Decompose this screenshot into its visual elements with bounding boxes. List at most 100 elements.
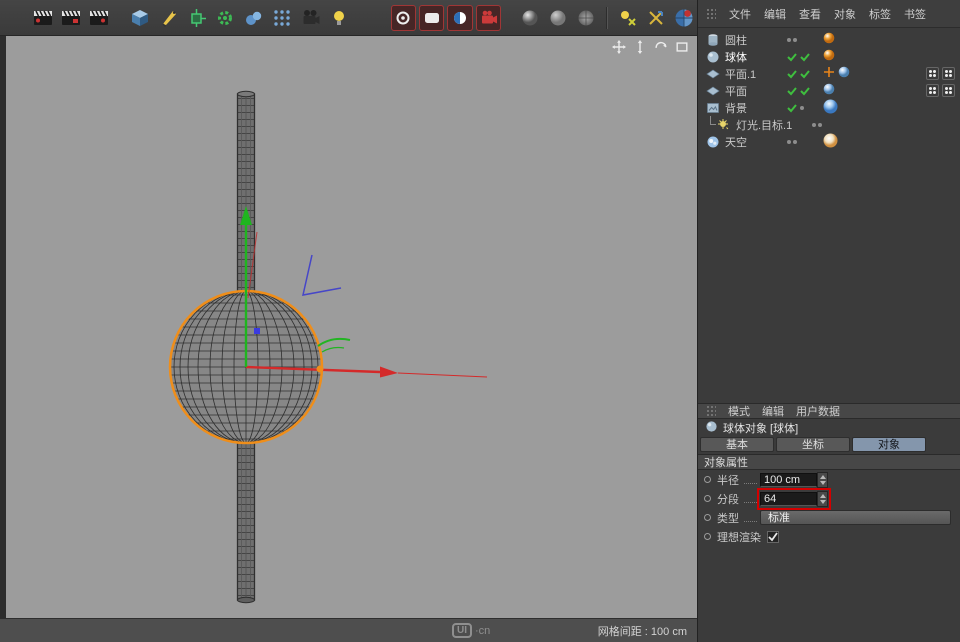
material-tag-icon[interactable]	[823, 32, 835, 47]
render-region-icon[interactable]	[419, 5, 444, 31]
visibility-checks[interactable]	[787, 86, 817, 96]
object-row-sphere[interactable]: 球体	[698, 48, 960, 65]
object-title-text: 球体对象 [球体]	[723, 420, 798, 436]
object-label[interactable]: 球体	[725, 49, 787, 65]
status-bar: UI ·cn 网格间距 : 100 cm	[0, 618, 697, 642]
object-label[interactable]: 平面.1	[725, 66, 787, 82]
navigation-ball-icon[interactable]	[672, 5, 697, 31]
attribute-tabs: 基本 坐标 对象	[698, 437, 960, 454]
material-tag-icon[interactable]	[823, 49, 835, 64]
pan-icon[interactable]	[612, 40, 626, 54]
object-label[interactable]: 灯光.目标.1	[736, 117, 812, 133]
shading-sphere-icon-2[interactable]	[545, 5, 570, 31]
axis-cube-icon[interactable]	[184, 5, 209, 31]
field-segments: 分段	[698, 489, 960, 508]
segments-input[interactable]	[760, 492, 817, 506]
visibility-dots[interactable]	[787, 140, 817, 144]
menu-edit[interactable]: 编辑	[762, 403, 784, 419]
sky-material-tag-icon[interactable]	[823, 99, 838, 117]
render-perfect-label: 理想渲染	[717, 529, 761, 545]
gear-icon[interactable]	[213, 5, 238, 31]
object-row-sky[interactable]: 天空	[698, 133, 960, 150]
plane-object-icon	[706, 84, 720, 98]
dotted-leader	[744, 494, 757, 503]
keyframe-dot-icon[interactable]	[704, 495, 711, 502]
menu-objects[interactable]: 对象	[834, 6, 856, 22]
segments-stepper[interactable]	[817, 491, 828, 507]
menu-tags[interactable]: 标签	[869, 6, 891, 22]
tab-basic[interactable]: 基本	[700, 437, 774, 452]
clapperboard-icon-2[interactable]	[58, 5, 83, 31]
selection-tag-icon[interactable]	[926, 67, 939, 80]
section-object-properties: 对象属性	[698, 454, 960, 470]
light-snap-icon[interactable]	[615, 5, 640, 31]
clapperboard-icon-3[interactable]	[87, 5, 112, 31]
film-camera-icon[interactable]	[298, 5, 323, 31]
sky-material-tag-icon[interactable]	[823, 133, 838, 151]
cube-icon[interactable]	[128, 5, 153, 31]
viewport[interactable]	[0, 36, 697, 618]
menu-file[interactable]: 文件	[729, 6, 751, 22]
array-icon[interactable]	[270, 5, 295, 31]
visibility-checks[interactable]	[787, 69, 817, 79]
visibility-checks[interactable]	[787, 52, 817, 62]
object-manager-list: 圆柱 球体 平面.1	[698, 28, 960, 403]
light-target-gizmo	[303, 255, 341, 295]
object-row-background[interactable]: 背景	[698, 99, 960, 116]
object-label[interactable]: 圆柱	[725, 32, 787, 48]
radius-handle[interactable]	[317, 366, 324, 373]
object-row-cylinder[interactable]: 圆柱	[698, 31, 960, 48]
radius-stepper[interactable]	[817, 472, 828, 488]
interactive-render-icon[interactable]	[447, 5, 472, 31]
object-manager-menubar: 文件 编辑 查看 对象 标签 书签	[698, 0, 960, 28]
keyframe-dot-icon[interactable]	[704, 533, 711, 540]
viewport-canvas[interactable]	[6, 36, 697, 618]
orbit-icon[interactable]	[654, 40, 668, 54]
object-row-plane1[interactable]: 平面.1	[698, 65, 960, 82]
radius-input[interactable]	[760, 473, 817, 487]
tab-object[interactable]: 对象	[852, 437, 926, 452]
object-label[interactable]: 天空	[725, 134, 787, 150]
tab-coordinates[interactable]: 坐标	[776, 437, 850, 452]
shading-sphere-icon-1[interactable]	[517, 5, 542, 31]
axis-z-handle[interactable]	[254, 328, 260, 334]
menu-bookmarks[interactable]: 书签	[904, 6, 926, 22]
menu-mode[interactable]: 模式	[728, 403, 750, 419]
grip-icon[interactable]	[706, 8, 716, 20]
object-row-light-target[interactable]: 灯光.目标.1	[698, 116, 960, 133]
lightbulb-icon[interactable]	[326, 5, 351, 31]
keyframe-dot-icon[interactable]	[704, 514, 711, 521]
visibility-dots[interactable]	[787, 38, 817, 42]
keyframe-dot-icon[interactable]	[704, 476, 711, 483]
render-settings-icon[interactable]	[476, 5, 501, 31]
maximize-icon[interactable]	[675, 40, 689, 54]
type-dropdown[interactable]: 标准	[760, 510, 951, 525]
pen-icon[interactable]	[156, 5, 181, 31]
axis-snap-icon[interactable]	[643, 5, 668, 31]
phong-tag-icon[interactable]	[823, 83, 835, 98]
axes-tag-icon[interactable]	[823, 66, 835, 81]
visibility-checks[interactable]	[787, 103, 817, 113]
grip-icon[interactable]	[706, 405, 716, 417]
menu-edit[interactable]: 编辑	[764, 6, 786, 22]
selection-tag-icon[interactable]	[942, 67, 955, 80]
object-row-plane[interactable]: 平面	[698, 82, 960, 99]
phong-tag-icon[interactable]	[838, 66, 850, 81]
viewport-nav	[612, 40, 689, 54]
clapperboard-icon-1[interactable]	[30, 5, 55, 31]
visibility-dots[interactable]	[812, 123, 842, 127]
dolly-icon[interactable]	[633, 40, 647, 54]
plane-handle-2	[322, 348, 344, 353]
right-panel: 文件 编辑 查看 对象 标签 书签 圆柱 球体 平面.1	[697, 0, 960, 642]
metaball-icon[interactable]	[241, 5, 266, 31]
render-perfect-checkbox[interactable]	[767, 531, 779, 543]
object-label[interactable]: 背景	[725, 100, 787, 116]
selection-tag-icon[interactable]	[942, 84, 955, 97]
menu-view[interactable]: 查看	[799, 6, 821, 22]
shading-sphere-icon-3[interactable]	[574, 5, 599, 31]
plane-object-icon	[706, 67, 720, 81]
selection-tag-icon[interactable]	[926, 84, 939, 97]
menu-user-data[interactable]: 用户数据	[796, 403, 840, 419]
object-label[interactable]: 平面	[725, 83, 787, 99]
render-view-icon[interactable]	[391, 5, 416, 31]
